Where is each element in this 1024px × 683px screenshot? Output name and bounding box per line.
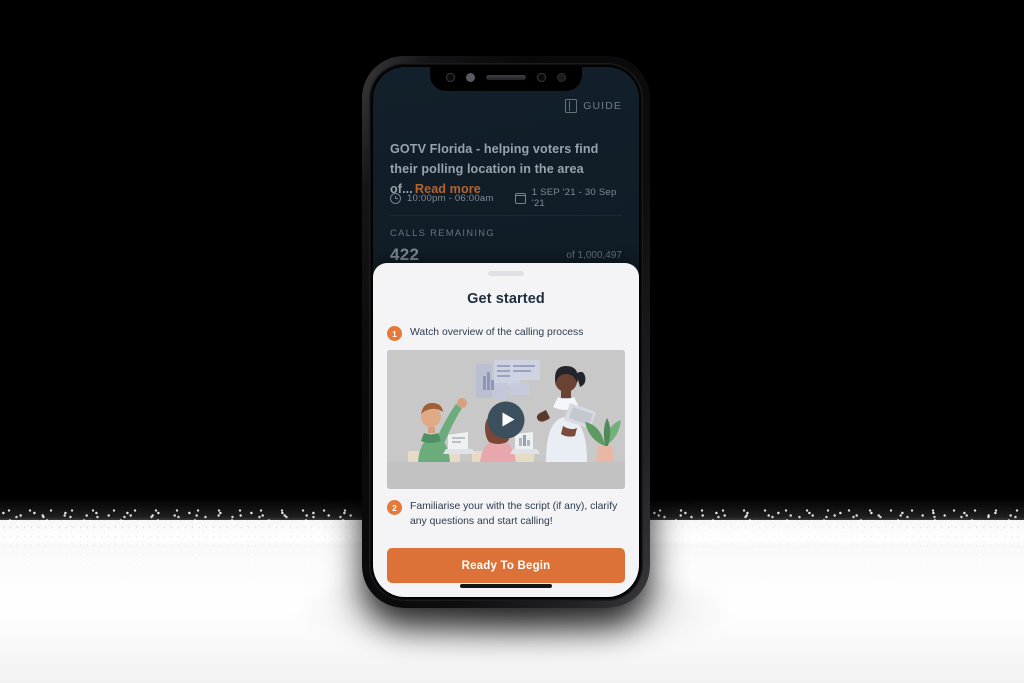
- schedule-time: 10:00pm - 06:00am: [390, 192, 515, 204]
- campaign-schedule-row: 10:00pm - 06:00am 1 SEP '21 - 30 Sep '21: [390, 187, 622, 209]
- clock-icon: [390, 192, 401, 204]
- step-number-badge: 1: [387, 326, 402, 341]
- sheet-title: Get started: [467, 291, 545, 307]
- calls-remaining-value: 422: [390, 245, 420, 264]
- guide-button-label: GUIDE: [583, 100, 622, 112]
- earpiece-speaker-icon: [486, 75, 526, 80]
- guide-button[interactable]: GUIDE: [565, 99, 622, 113]
- home-indicator[interactable]: [460, 584, 552, 588]
- play-triangle-icon: [502, 412, 514, 427]
- calendar-icon: [514, 192, 526, 204]
- schedule-dates-label: 1 SEP '21 - 30 Sep '21: [531, 187, 617, 209]
- schedule-time-label: 10:00pm - 06:00am: [407, 192, 494, 204]
- step-text: Watch overview of the calling process: [410, 327, 584, 338]
- video-thumbnail[interactable]: [387, 350, 625, 489]
- infrared-sensor-icon: [557, 73, 566, 82]
- phone-screen: GUIDE GOTV Florida - helping voters find…: [373, 67, 639, 597]
- sheet-drag-handle[interactable]: [488, 271, 524, 276]
- play-icon[interactable]: [487, 401, 525, 438]
- step-number-badge: 2: [387, 500, 402, 515]
- step-text: Familiarise your with the script (if any…: [410, 501, 618, 527]
- phone-bezel: GUIDE GOTV Florida - helping voters find…: [369, 63, 643, 601]
- proximity-sensor-icon: [466, 73, 475, 82]
- calls-total-value: of 1,000,497: [566, 250, 622, 261]
- front-camera-icon: [446, 73, 455, 82]
- schedule-dates: 1 SEP '21 - 30 Sep '21: [514, 187, 622, 209]
- header-divider: [390, 215, 622, 216]
- step-item-2: 2 Familiarise your with the script (if a…: [387, 499, 625, 529]
- calls-remaining-label: CALLS REMAINING: [390, 227, 495, 238]
- ready-to-begin-button[interactable]: Ready To Begin: [387, 548, 625, 583]
- phone-notch: [430, 67, 582, 91]
- step-item-1: 1 Watch overview of the calling process: [387, 325, 625, 341]
- ambient-light-sensor-icon: [537, 73, 546, 82]
- get-started-bottom-sheet: Get started 1 Watch overview of the call…: [373, 263, 639, 597]
- scene-backdrop: GUIDE GOTV Florida - helping voters find…: [0, 0, 1024, 683]
- phone-device-mockup: GUIDE GOTV Florida - helping voters find…: [362, 56, 650, 608]
- book-icon: [565, 99, 578, 113]
